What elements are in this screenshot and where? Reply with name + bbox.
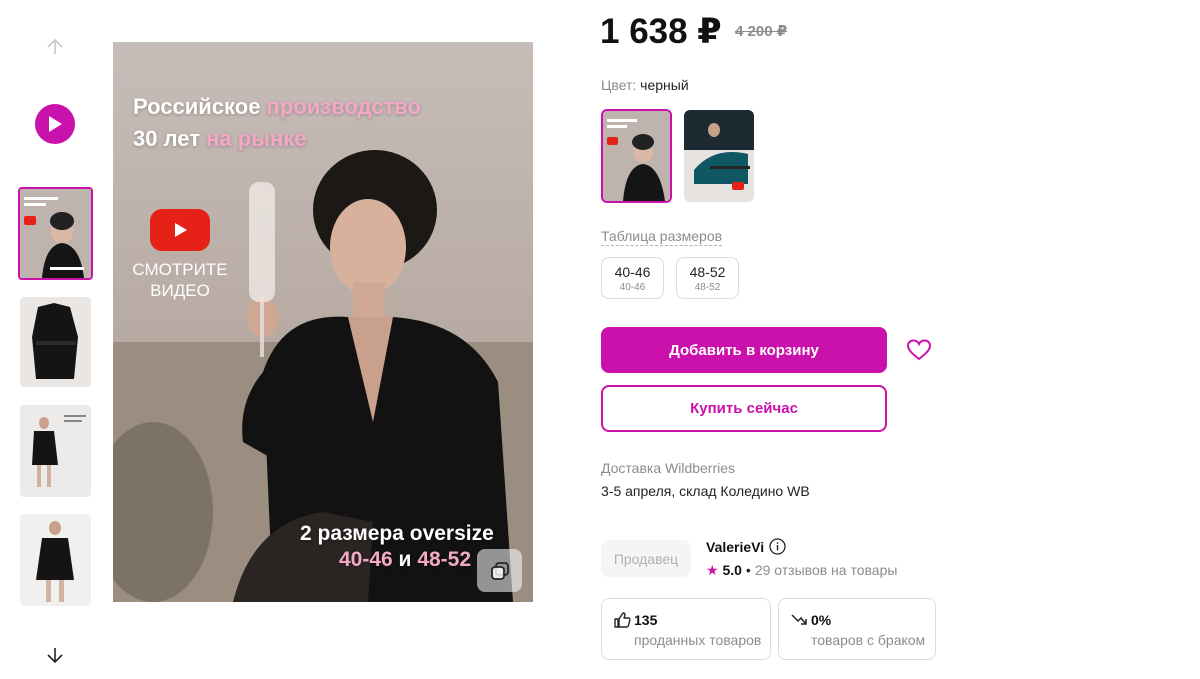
delivery-label: Доставка Wildberries [601,460,736,476]
buy-now-button[interactable]: Купить сейчас [601,385,887,432]
add-to-cart-button[interactable]: Добавить в корзину [601,327,887,373]
arrow-down-icon[interactable] [44,644,66,666]
current-price: 1 638 ₽ [600,12,722,51]
overlay-headline-1: Российское производство [133,94,421,119]
seller-name-link[interactable]: ValerieVi [706,539,764,555]
color-label: Цвет: черный [601,77,689,93]
thumbnail-1[interactable] [18,187,93,280]
thumbs-up-icon [613,611,631,629]
thumbnail-3[interactable] [20,405,91,497]
main-product-image[interactable]: Российское производство 30 лет на рынке … [113,42,533,602]
color-option-2[interactable] [684,110,754,202]
thumbnail-2[interactable] [20,297,91,387]
thumbnail-4[interactable] [20,514,91,606]
star-icon: ★ [706,562,719,578]
stat-value: 135 [634,612,658,628]
play-icon [49,116,62,132]
copy-icon [490,561,509,580]
size-sublabel: 48-52 [694,282,721,293]
thumbnail-rail [0,0,112,679]
seller-rating: ★ 5.0 • 29 отзывов на товары [706,562,898,578]
youtube-logo-icon [150,209,210,251]
stat-defects: 0% товаров с браком [778,598,936,660]
stat-sold: 135 проданных товаров [601,598,771,660]
delivery-date: 3-5 апреля, склад Коледино WB [601,483,810,499]
arrow-up-icon[interactable] [44,36,66,58]
favorite-heart-icon[interactable] [906,338,932,362]
overlay-sizes-line2: 40-46 и 48-52 [339,548,472,571]
watch-video-label: СМОТРИТЕ ВИДЕО [132,260,228,300]
size-table-link[interactable]: Таблица размеров [601,228,723,246]
size-option-40-46[interactable]: 40-46 40-46 [601,257,664,299]
stat-label: проданных товаров [634,632,762,648]
info-icon[interactable] [769,538,786,555]
copy-button[interactable] [477,549,522,592]
overlay-sizes-line1: 2 размера oversize [300,522,494,545]
size-sublabel: 40-46 [619,282,646,293]
size-label: 48-52 [689,264,726,280]
seller-badge: Продавец [601,540,691,577]
overlay-headline-2: 30 лет на рынке [133,126,307,151]
stat-value: 0% [811,612,832,628]
play-video-button[interactable] [35,104,75,144]
old-price: 4 200 ₽ [735,23,788,40]
size-label: 40-46 [614,264,651,280]
color-option-1[interactable] [601,109,672,203]
trend-down-icon [790,611,808,629]
stat-label: товаров с браком [811,632,926,648]
size-option-48-52[interactable]: 48-52 48-52 [676,257,739,299]
